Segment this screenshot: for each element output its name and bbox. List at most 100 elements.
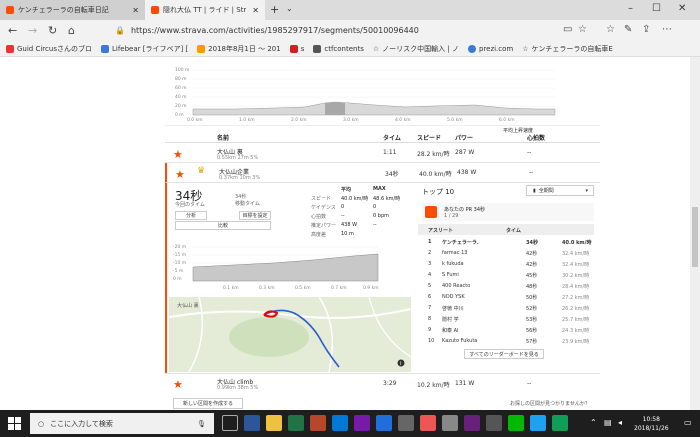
segment-row-selected[interactable]: ★ ♛ 大仏山企業 0.37km 10m 3% 34秒 40.0 km/時 43… <box>165 163 600 183</box>
tab-list-chevron-icon[interactable]: ⌄ <box>286 4 293 13</box>
segment-map[interactable]: 大仏山 裏 i <box>169 297 411 372</box>
strava-favicon-icon <box>151 6 159 14</box>
chart-x-label: 0.3 km <box>259 285 275 291</box>
bookmark-item[interactable]: Guid Circusさんのブロ <box>6 44 92 54</box>
column-time: タイム <box>383 135 401 142</box>
share-icon[interactable]: ⇪ <box>642 24 650 35</box>
star-icon[interactable]: ★ <box>173 378 183 391</box>
elevation-x-label: 3.0 km <box>343 117 359 123</box>
period-filter-dropdown[interactable]: ▮ 全期間 ▾ <box>526 185 594 196</box>
segment-hr: -- <box>529 169 534 176</box>
close-tab-icon[interactable]: ✕ <box>132 6 139 15</box>
edge-icon[interactable] <box>376 415 392 431</box>
forward-icon[interactable]: → <box>28 24 37 37</box>
bookmark-item[interactable]: prezi.com <box>467 44 513 53</box>
leaderboard-row[interactable]: 1 ケンチェラーラ. 34秒 40.0 km/時 <box>418 236 594 247</box>
page-scrollbar[interactable] <box>690 57 700 410</box>
segment-row[interactable]: ★ 大仏山 裏 0.55km 27m 5% 1:11 28.2 km/時 287… <box>165 143 600 163</box>
search-icon: ○ <box>38 419 45 428</box>
chart-x-label: 0.1 km <box>223 285 239 291</box>
leaderboard-row[interactable]: 2 farmac 13 42秒 32.4 km/時 <box>418 247 594 258</box>
stat-label: ケイデンス <box>311 205 336 211</box>
task-view-icon[interactable] <box>222 415 238 431</box>
favorites-hub-icon[interactable]: ☆ <box>606 24 615 35</box>
powerpoint-icon[interactable] <box>310 415 326 431</box>
app-icon[interactable] <box>398 415 414 431</box>
leaderboard-row[interactable]: 10 Kazuto Fukuta 57秒 23.9 km/時 <box>418 335 594 346</box>
back-icon[interactable]: ← <box>8 24 17 37</box>
stat-label: 心拍数 <box>311 214 327 220</box>
notes-icon[interactable]: ✎ <box>624 24 632 35</box>
tab-kencherara-blog[interactable]: ケンチェラーラの自転車日記 ✕ <box>0 0 145 20</box>
view-all-leaderboards-button[interactable]: すべてのリーダーボードを見る <box>464 349 544 359</box>
app-icon[interactable] <box>552 415 568 431</box>
bookmark-item[interactable]: Lifebear [ライフベア] [ <box>100 44 188 54</box>
app-icon[interactable] <box>442 415 458 431</box>
leaderboard-row[interactable]: 9 和泰 AI 56秒 24.3 km/時 <box>418 324 594 335</box>
onenote-icon[interactable] <box>354 415 370 431</box>
close-tab-icon[interactable]: ✕ <box>252 6 259 15</box>
segment-row[interactable]: ★ 大仏山 climb 0.99km 38m 5% 3:29 10.2 km/時… <box>165 373 600 391</box>
visual-studio-icon[interactable] <box>464 415 480 431</box>
stat-avg: 40.0 km/時 <box>341 196 369 202</box>
segment-hr: -- <box>527 149 532 156</box>
stat-label: スピード <box>311 196 332 202</box>
bookmark-item[interactable]: ctfcontents <box>313 44 364 53</box>
new-tab-icon[interactable]: + <box>270 3 279 16</box>
maximize-icon[interactable]: ☐ <box>652 3 661 14</box>
chart-y-label: -5 m <box>173 268 183 274</box>
leaderboard-row[interactable]: 4 S Fumi 45秒 30.2 km/時 <box>418 269 594 280</box>
stat-avg: 438 W <box>341 222 358 228</box>
more-icon[interactable]: ⋯ <box>662 24 672 35</box>
app-icon[interactable] <box>420 415 436 431</box>
elevation-x-label: 6.0 km <box>499 117 515 123</box>
line-icon[interactable] <box>508 415 524 431</box>
app-icon[interactable] <box>530 415 546 431</box>
home-icon[interactable]: ⌂ <box>68 24 75 37</box>
url-field[interactable]: 🔒 https://www.strava.com/activities/1985… <box>115 23 585 38</box>
system-clock[interactable]: 10:58 2018/11/26 <box>634 415 669 433</box>
outlook-icon[interactable] <box>332 415 348 431</box>
notification-chevron-icon[interactable]: ⌃ <box>590 418 597 427</box>
minimize-icon[interactable]: – <box>628 3 633 14</box>
analyze-button[interactable]: 分析 <box>175 211 207 220</box>
stats-max-header: MAX <box>373 186 386 192</box>
bookmark-item[interactable]: ☆ ケンチェラーラの自転車E <box>522 44 613 54</box>
file-explorer-icon[interactable] <box>266 415 282 431</box>
set-goal-button[interactable]: 目標を設定 <box>239 211 271 220</box>
leaderboard-row[interactable]: 3 k fukuda 42秒 32.4 km/時 <box>418 258 594 269</box>
taskbar-search-box[interactable]: ○ ここに入力して検索 🎙 <box>30 413 214 434</box>
bookmark-item[interactable]: ☆ ノーリスク中国輸入 | ノ <box>373 44 459 54</box>
windows-start-icon[interactable] <box>8 417 21 430</box>
create-segment-button[interactable]: 新しい区間を作成する <box>173 398 243 409</box>
excel-icon[interactable] <box>288 415 304 431</box>
help-link[interactable]: お探しの区間が見つかりませんか？ <box>510 400 590 407</box>
action-center-icon[interactable]: ▭ <box>684 418 692 427</box>
leaderboard-row[interactable]: 5 400 Reacto 48秒 28.4 km/時 <box>418 280 594 291</box>
network-icon[interactable]: ▤ <box>604 418 612 427</box>
leaderboard-row[interactable]: 8 隠村 学 53秒 25.7 km/時 <box>418 313 594 324</box>
volume-icon[interactable]: ◂ <box>618 418 622 427</box>
leaderboard-row[interactable]: 6 NOD YSK 50秒 27.2 km/時 <box>418 291 594 302</box>
leaderboard-row[interactable]: 7 啓徳 中川 52秒 26.2 km/時 <box>418 302 594 313</box>
star-icon[interactable]: ★ <box>173 148 183 161</box>
moving-time-label: 移動タイム <box>235 201 260 207</box>
compare-button[interactable]: 比較 <box>175 221 271 230</box>
star-icon[interactable]: ★ <box>175 168 185 181</box>
refresh-icon[interactable]: ↻ <box>48 24 57 37</box>
bookmark-item[interactable]: s <box>289 44 304 53</box>
chart-y-label: -15 m <box>173 252 186 258</box>
app-icon[interactable] <box>486 415 502 431</box>
chevron-down-icon: ▾ <box>585 187 588 194</box>
microphone-icon[interactable]: 🎙 <box>197 420 206 428</box>
scrollbar-thumb[interactable] <box>692 207 698 267</box>
bookmark-favicon-icon <box>289 44 298 53</box>
close-window-icon[interactable]: ✕ <box>678 3 686 14</box>
tab-strava-ride[interactable]: 隠れ大仏 TT | ライド | Str ✕ <box>145 0 265 20</box>
reading-view-icon[interactable]: ▭ <box>563 24 572 35</box>
elevation-y-label: 20 m <box>175 103 187 109</box>
word-icon[interactable] <box>244 415 260 431</box>
bookmark-item[interactable]: 2018年8月1日 ～ 201 <box>197 44 281 54</box>
segment-stats: 0.37km 10m 3% <box>219 175 261 181</box>
favorite-star-icon[interactable]: ☆ <box>578 24 587 35</box>
